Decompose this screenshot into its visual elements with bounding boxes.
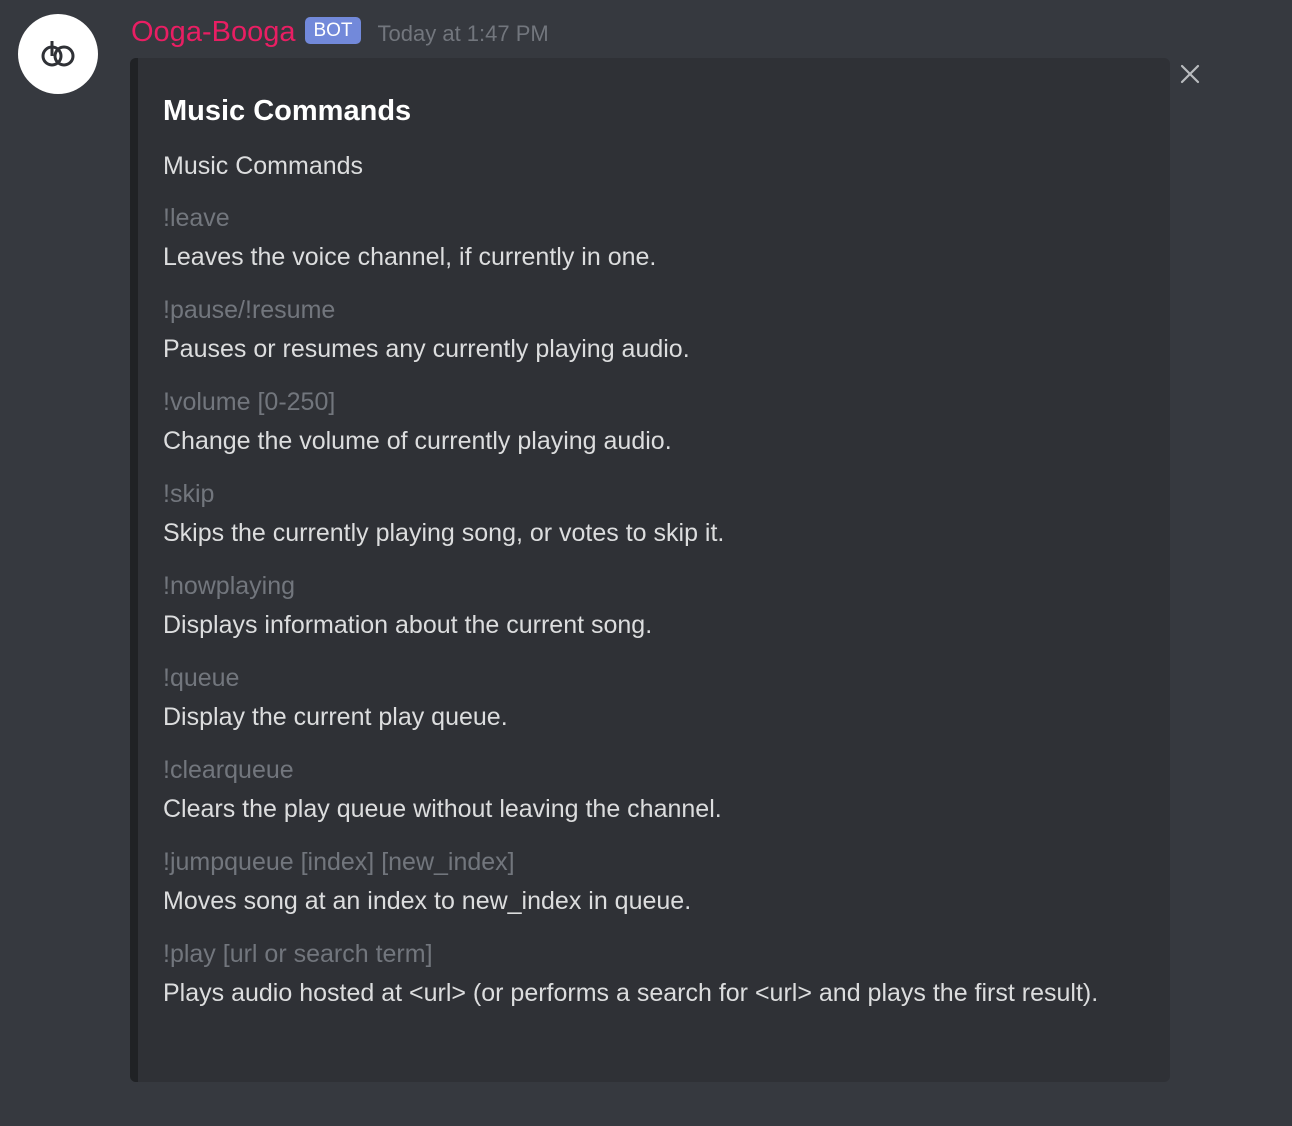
embed-field-volume: !volume [0-250] Change the volume of cur… [163,385,1153,459]
embed-field-play: !play [url or search term] Plays audio h… [163,937,1153,1011]
message-timestamp: Today at 1:47 PM [377,21,549,46]
close-icon [1180,64,1200,84]
field-name: !play [url or search term] [163,940,433,968]
field-value: Skips the currently playing song, or vot… [163,519,725,547]
field-value: Plays audio hosted at <url> (or performs… [163,979,1099,1007]
author-username[interactable]: Ooga-Booga [131,14,295,50]
embed-field-skip: !skip Skips the currently playing song, … [163,477,1153,551]
bot-avatar[interactable] [18,14,98,94]
embed-field-nowplaying: !nowplaying Displays information about t… [163,569,1153,643]
embed-field-pause-resume: !pause/!resume Pauses or resumes any cur… [163,293,1153,367]
embed-field-jumpqueue: !jumpqueue [index] [new_index] Moves son… [163,845,1153,919]
embed-title: Music Commands [163,95,412,127]
field-name: !leave [163,204,230,232]
field-name: !clearqueue [163,756,294,784]
field-name: !queue [163,664,240,692]
embed-color-bar [130,58,138,1082]
field-value: Displays information about the current s… [163,611,653,639]
field-name: !jumpqueue [index] [new_index] [163,848,515,876]
embed-field-queue: !queue Display the current play queue. [163,661,1153,735]
field-value: Pauses or resumes any currently playing … [163,335,690,363]
embed-content: Music Commands Music Commands !leave Lea… [163,92,1153,1011]
close-button[interactable] [1176,60,1204,88]
message-header: Ooga-Booga BOT Today at 1:47 PM [131,14,549,50]
field-name: !pause/!resume [163,296,336,324]
embed-field-clearqueue: !clearqueue Clears the play queue withou… [163,753,1153,827]
field-name: !volume [0-250] [163,388,336,416]
field-value: Moves song at an index to new_index in q… [163,887,692,915]
embed-field-leave: !leave Leaves the voice channel, if curr… [163,201,1153,275]
embed-description: Music Commands [163,152,364,180]
field-value: Clears the play queue without leaving th… [163,795,722,823]
chat-message: Ooga-Booga BOT Today at 1:47 PM Music Co… [0,0,1292,1126]
linked-rings-logo-icon [41,41,75,67]
field-value: Change the volume of currently playing a… [163,427,672,455]
field-value: Leaves the voice channel, if currently i… [163,243,657,271]
rich-embed: Music Commands Music Commands !leave Lea… [130,58,1170,1082]
field-name: !skip [163,480,215,508]
field-name: !nowplaying [163,572,296,600]
field-value: Display the current play queue. [163,703,508,731]
bot-tag-badge: BOT [305,16,361,44]
